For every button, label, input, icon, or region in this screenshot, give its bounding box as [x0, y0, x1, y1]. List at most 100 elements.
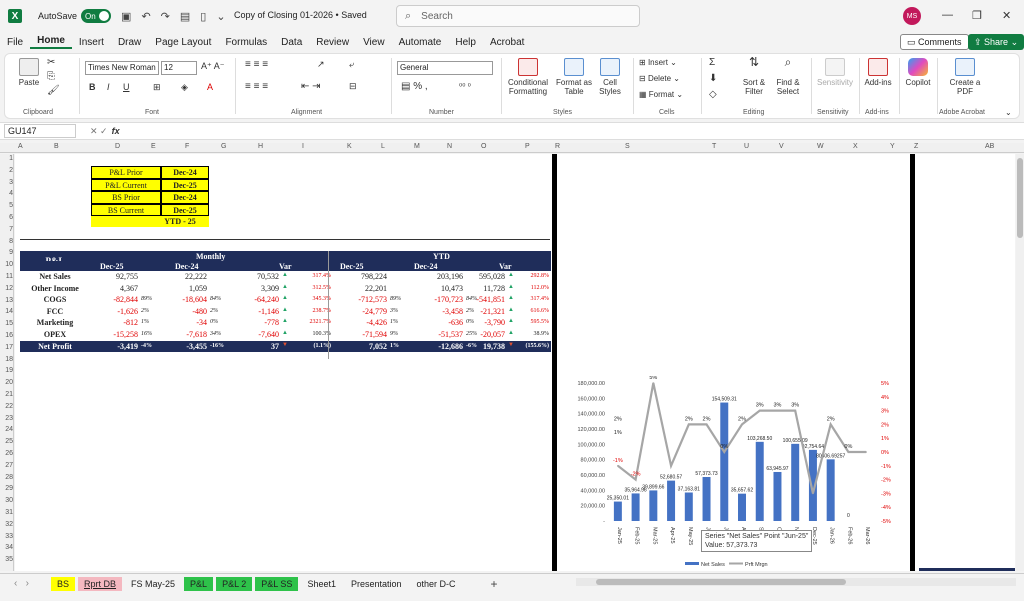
row-header[interactable]: 27 — [2, 462, 13, 469]
font-size-select[interactable]: 12 — [161, 61, 197, 75]
menu-automate[interactable]: Automate — [392, 37, 449, 48]
row-header[interactable]: 30 — [2, 497, 13, 504]
column-header[interactable]: Y — [890, 143, 895, 150]
sheet-tab-fs-may-25[interactable]: FS May-25 — [125, 577, 181, 591]
underline-icon[interactable]: U — [123, 83, 130, 92]
vertical-scrollbar[interactable] — [1016, 154, 1024, 571]
menu-file[interactable]: File — [0, 37, 30, 48]
row-header[interactable]: 23 — [2, 415, 13, 422]
menu-home[interactable]: Home — [30, 35, 72, 49]
create-pdf-button[interactable]: Create a PDF — [945, 58, 985, 96]
column-header[interactable]: U — [744, 143, 749, 150]
bar-net-sales[interactable] — [773, 471, 782, 521]
margin-point[interactable] — [794, 409, 796, 412]
row-header[interactable]: 29 — [2, 485, 13, 492]
column-header[interactable]: G — [221, 143, 226, 150]
row-header[interactable]: 5 — [2, 202, 13, 209]
search-input[interactable]: ⌕ Search — [396, 5, 640, 27]
row-header[interactable]: 18 — [2, 356, 13, 363]
column-header[interactable]: F — [185, 143, 189, 150]
column-header[interactable]: B — [54, 143, 59, 150]
number-format-select[interactable]: General — [397, 61, 493, 75]
row-header[interactable]: 28 — [2, 474, 13, 481]
bar-net-sales[interactable] — [826, 459, 835, 521]
row-header[interactable]: 20 — [2, 379, 13, 386]
vertical-scroll-thumb[interactable] — [1017, 158, 1023, 238]
column-header[interactable]: O — [481, 143, 486, 150]
column-header[interactable]: A — [18, 143, 23, 150]
sheet-tab-rprt-db[interactable]: Rprt DB — [78, 576, 123, 591]
row-header[interactable]: 25 — [2, 438, 13, 445]
sort-filter-button[interactable]: ⇅ Sort & Filter — [739, 56, 769, 96]
sheet-tab-bs[interactable]: BS — [51, 576, 76, 591]
margin-point[interactable] — [705, 423, 708, 426]
row-header[interactable]: 1 — [2, 155, 13, 162]
clear-icon[interactable]: ◇ — [709, 90, 717, 100]
cell-styles-button[interactable]: Cell Styles — [595, 58, 625, 96]
column-header[interactable]: N — [447, 143, 452, 150]
form-icon[interactable]: ▤ — [180, 10, 190, 23]
menu-acrobat[interactable]: Acrobat — [483, 37, 531, 48]
row-header[interactable]: 6 — [2, 214, 13, 221]
wrap-text-icon[interactable]: ⤶ — [349, 60, 354, 69]
sensitivity-button[interactable]: Sensitivity — [813, 58, 857, 87]
add-ins-button[interactable]: Add-ins — [863, 58, 893, 87]
row-header[interactable]: 16 — [2, 332, 13, 339]
name-box[interactable]: GU147 — [4, 124, 76, 138]
font-color-icon[interactable]: A — [207, 83, 213, 92]
avatar[interactable]: MS — [903, 7, 921, 25]
column-header[interactable]: D — [115, 143, 120, 150]
bar-net-sales[interactable] — [649, 490, 658, 521]
row-header[interactable]: 9 — [2, 249, 13, 256]
row-header[interactable]: 4 — [2, 190, 13, 197]
indent-icon[interactable]: ⇤ ⇥ — [301, 82, 321, 92]
sheet-tab-other-d-c[interactable]: other D-C — [411, 577, 462, 591]
copilot-button[interactable]: Copilot — [903, 58, 933, 87]
column-header[interactable]: V — [779, 143, 784, 150]
row-header[interactable]: 17 — [2, 344, 13, 351]
bar-net-sales[interactable] — [613, 501, 622, 521]
bar-net-sales[interactable] — [667, 480, 676, 521]
column-header[interactable]: W — [817, 143, 824, 150]
row-header[interactable]: 35 — [2, 556, 13, 563]
sheet-tab-p-l-2[interactable]: P&L 2 — [216, 576, 253, 591]
bar-net-sales[interactable] — [791, 443, 800, 521]
tab-nav-icon[interactable]: ‹ › — [14, 578, 29, 589]
horizontal-scroll-thumb[interactable] — [596, 579, 846, 585]
row-header[interactable]: 2 — [2, 167, 13, 174]
menu-view[interactable]: View — [356, 37, 392, 48]
bold-icon[interactable]: B — [89, 83, 96, 92]
comments-button[interactable]: ▭ Comments — [900, 34, 969, 50]
column-header[interactable]: Z — [914, 143, 918, 150]
row-header[interactable]: 32 — [2, 521, 13, 528]
collapse-ribbon-icon[interactable]: ⌄ — [1005, 108, 1012, 117]
merge-icon[interactable]: ⊟ — [349, 82, 357, 91]
margin-point[interactable] — [634, 478, 637, 481]
align-top-icon[interactable]: ≡ ≡ ≡ — [245, 60, 268, 70]
save-icon[interactable]: ▣ — [121, 10, 131, 23]
margin-point[interactable] — [741, 423, 743, 426]
margin-point[interactable] — [723, 451, 726, 453]
row-header[interactable]: 19 — [2, 367, 13, 374]
bar-net-sales[interactable] — [702, 477, 711, 521]
menu-help[interactable]: Help — [448, 37, 483, 48]
row-header[interactable]: 31 — [2, 509, 13, 516]
margin-point[interactable] — [847, 451, 850, 453]
row-header[interactable]: 11 — [2, 273, 13, 280]
document-title[interactable]: Copy of Closing 01-2026 • Saved — [234, 10, 367, 20]
share-button[interactable]: ⇪ Share ⌄ — [968, 34, 1024, 50]
column-header[interactable]: H — [258, 143, 263, 150]
decimal-icon[interactable]: ⁰⁰ ⁰ — [459, 82, 471, 91]
column-header[interactable]: S — [625, 143, 630, 150]
orientation-icon[interactable]: ↗ — [317, 60, 325, 69]
italic-icon[interactable]: I — [107, 83, 110, 92]
margin-point[interactable] — [617, 465, 619, 467]
row-header[interactable]: 12 — [2, 285, 13, 292]
file-icon[interactable]: ▯ — [200, 10, 206, 23]
bar-net-sales[interactable] — [738, 493, 746, 521]
menu-data[interactable]: Data — [274, 37, 309, 48]
menu-page-layout[interactable]: Page Layout — [148, 37, 218, 48]
column-header[interactable]: X — [853, 143, 858, 150]
sheet-tab-p-l-ss[interactable]: P&L SS — [255, 576, 299, 591]
menu-review[interactable]: Review — [309, 37, 356, 48]
